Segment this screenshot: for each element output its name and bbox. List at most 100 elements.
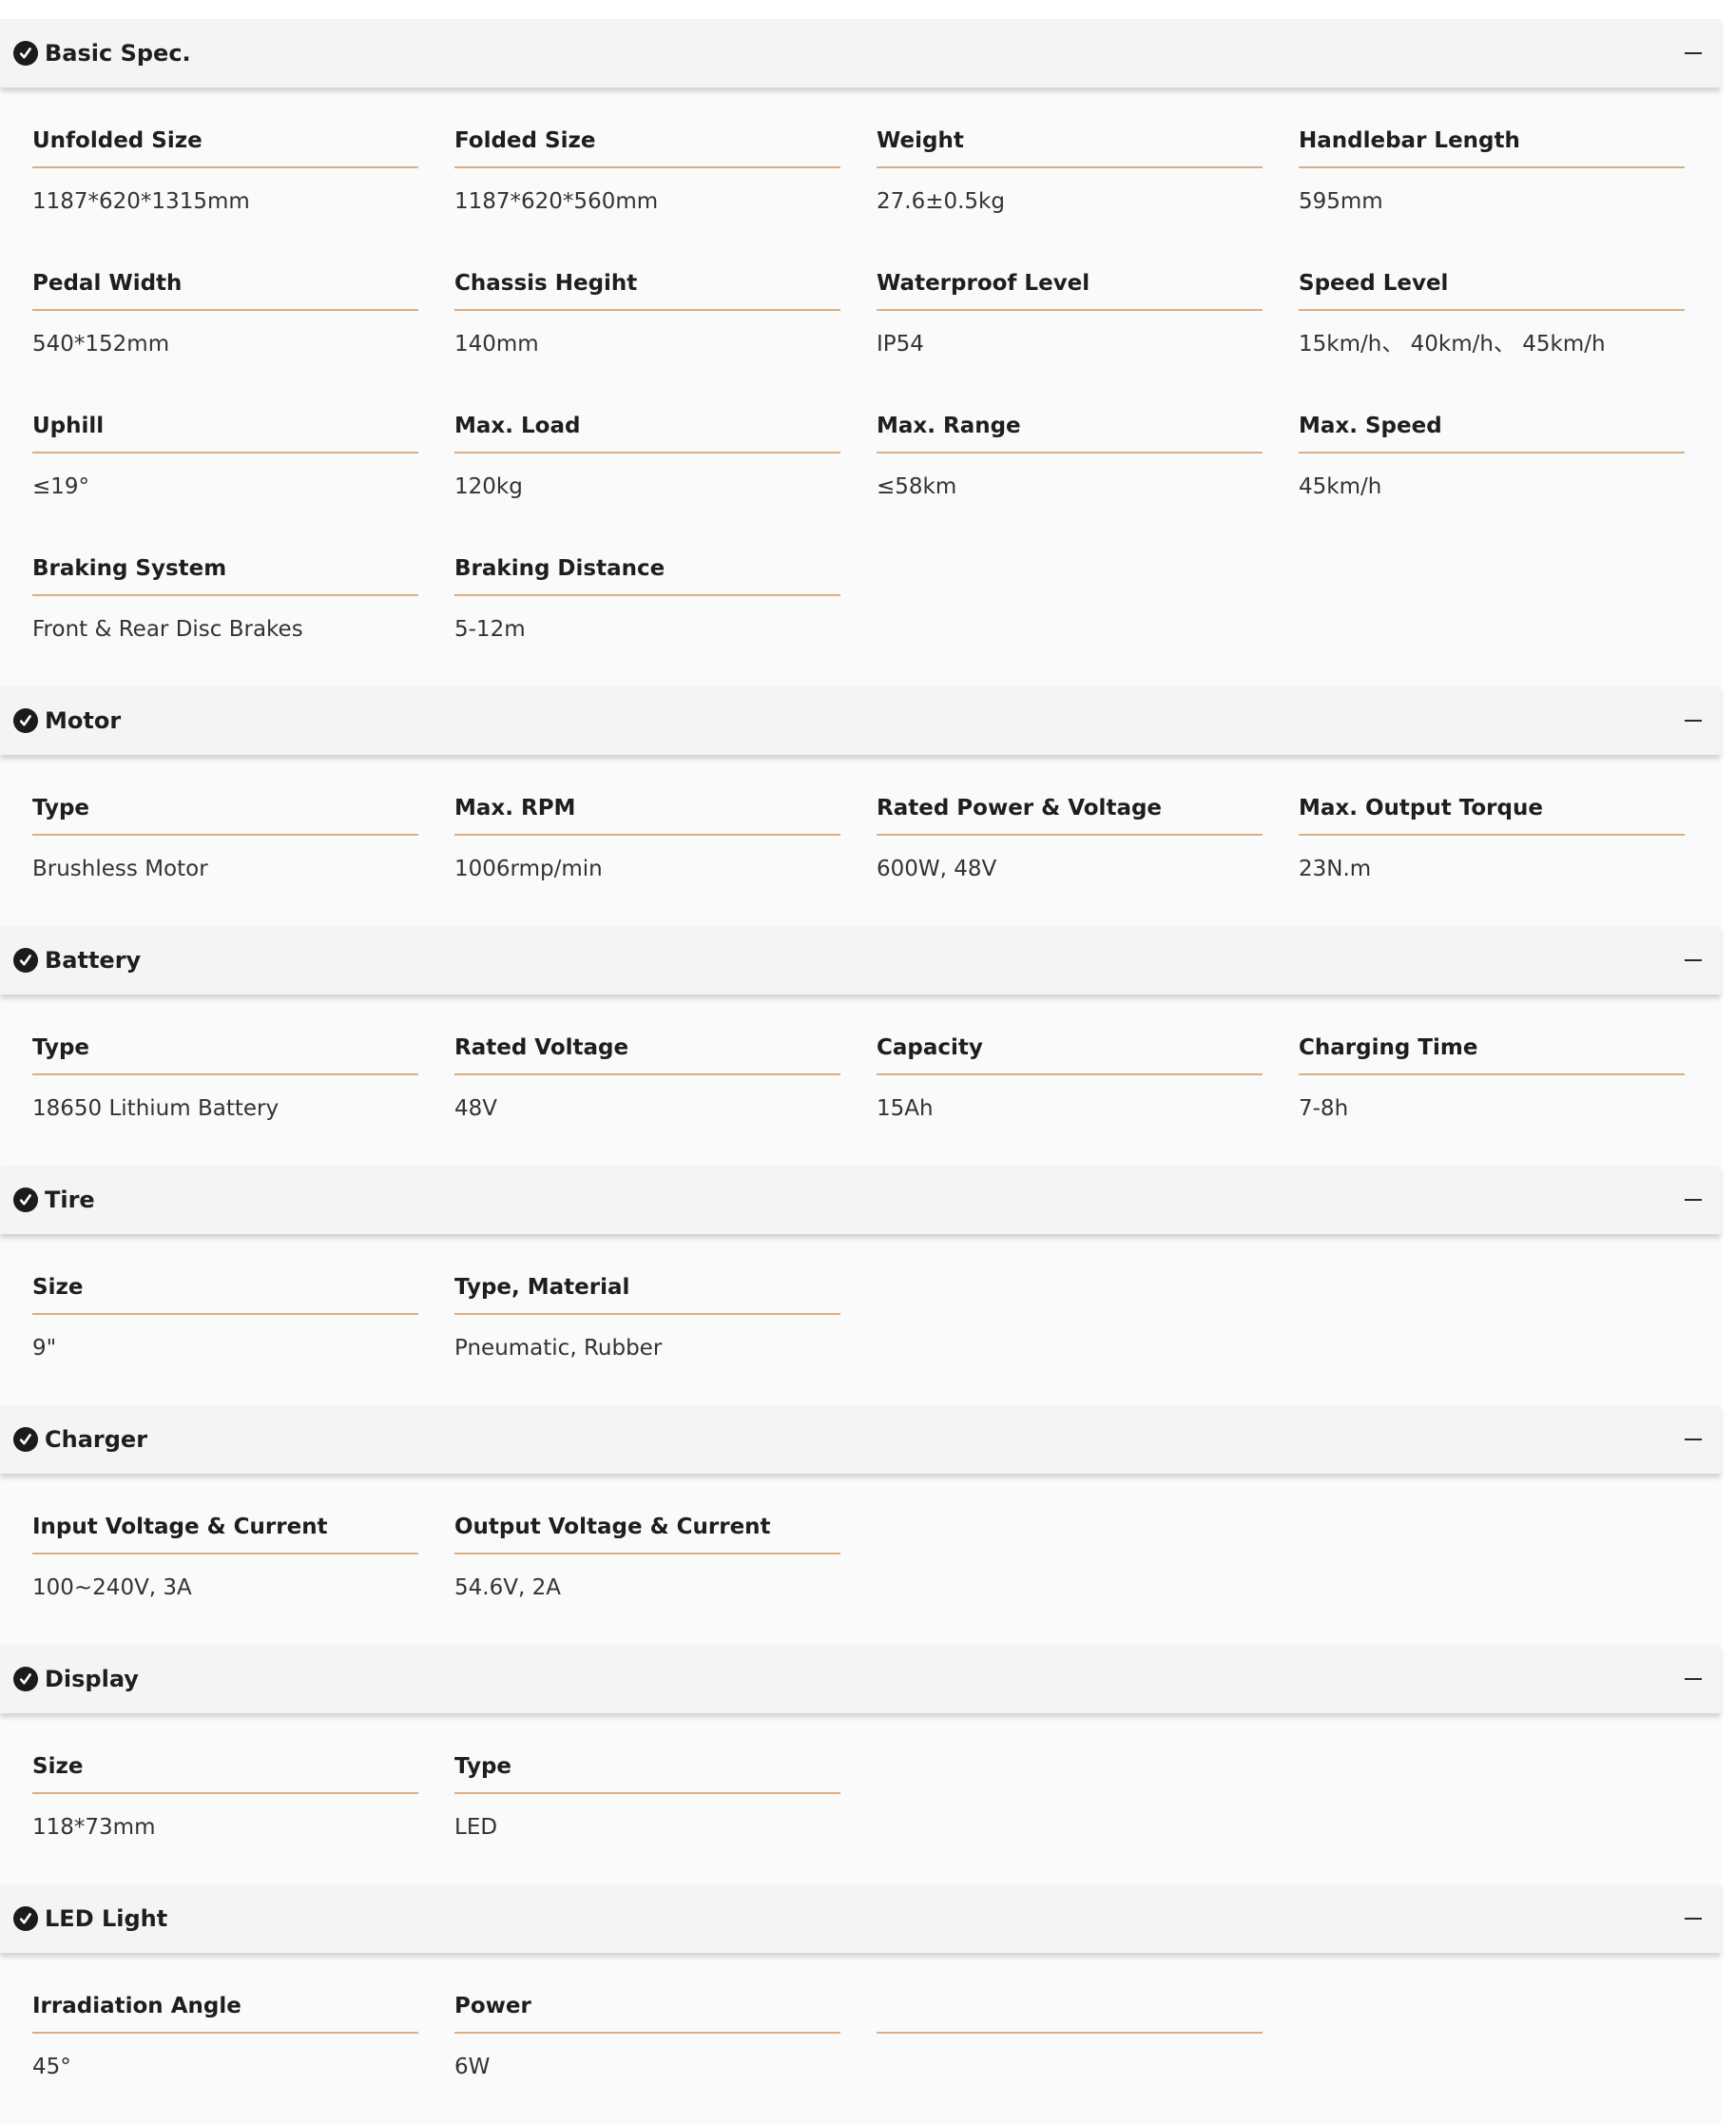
minus-icon[interactable] [1685, 52, 1702, 54]
minus-icon[interactable] [1685, 1199, 1702, 1201]
spec-item: Type Brushless Motor [32, 794, 418, 926]
spec-label: Type [32, 1033, 418, 1075]
spec-item: Handlebar Length 595mm [1299, 126, 1685, 269]
spec-value: 15km/h、 40km/h、 45km/h [1299, 332, 1606, 357]
spec-label: Type, Material [454, 1273, 840, 1315]
spec-row: Irradiation Angle 45° Power 6W [32, 1992, 1721, 2124]
spec-value: 45° [32, 2055, 71, 2079]
spec-label: Type [32, 794, 418, 836]
spec-row: Type 18650 Lithium Battery Rated Voltage 48… [32, 1033, 1721, 1166]
spec-item: Rated Power & Voltage 600W, 48V [877, 794, 1263, 926]
section-body: Type Brushless Motor Max. RPM 1006rmp/min Ra… [0, 755, 1721, 926]
section-header-charger[interactable]: Charger [0, 1405, 1721, 1474]
section-title: Basic Spec. [45, 40, 191, 67]
minus-icon[interactable] [1685, 959, 1702, 961]
spec-label: Folded Size [454, 126, 840, 168]
minus-icon[interactable] [1685, 720, 1702, 722]
spec-value: 1187*620*560mm [454, 189, 659, 214]
check-circle-icon [13, 1427, 38, 1452]
spec-value: 1006rmp/min [454, 857, 603, 881]
spec-label: Max. Range [877, 412, 1263, 454]
spec-value: ≤19° [32, 474, 90, 499]
section-title: Display [45, 1666, 139, 1692]
spec-item [877, 1992, 1263, 2124]
spec-row: Size 9" Type, Material Pneumatic, Rubber [32, 1273, 1721, 1405]
spec-value: 6W [454, 2055, 491, 2079]
spec-item: Capacity 15Ah [877, 1033, 1263, 1166]
spec-label: Type [454, 1752, 840, 1794]
spec-item: Type 18650 Lithium Battery [32, 1033, 418, 1166]
check-circle-icon [13, 41, 38, 66]
section-header-led-light[interactable]: LED Light [0, 1884, 1721, 1953]
spec-item: Type LED [454, 1752, 840, 1884]
spec-item: Uphill ≤19° [32, 412, 418, 554]
spec-row: Type Brushless Motor Max. RPM 1006rmp/min Ra… [32, 794, 1721, 926]
spec-row: Unfolded Size 1187*620*1315mm Folded Size 1… [32, 126, 1721, 269]
spec-value: Pneumatic, Rubber [454, 1336, 663, 1361]
spec-value: 48V [454, 1096, 498, 1121]
spec-item: Pedal Width 540*152mm [32, 269, 418, 412]
section-body: Unfolded Size 1187*620*1315mm Folded Size 1… [0, 87, 1721, 686]
spec-row: Input Voltage & Current 100~240V, 3A Outpu… [32, 1513, 1721, 1645]
spec-item: Braking System Front & Rear Disc Brakes [32, 554, 418, 686]
spec-item: Max. Load 120kg [454, 412, 840, 554]
spec-label: Pedal Width [32, 269, 418, 311]
spec-value: 1187*620*1315mm [32, 189, 250, 214]
check-circle-icon [13, 1188, 38, 1212]
minus-icon[interactable] [1685, 1678, 1702, 1680]
spec-value: 118*73mm [32, 1815, 156, 1840]
spec-value: 120kg [454, 474, 523, 499]
spec-item: Power 6W [454, 1992, 840, 2124]
spec-label: Chassis Hegiht [454, 269, 840, 311]
spec-label: Size [32, 1752, 418, 1794]
check-circle-icon [13, 708, 38, 733]
section-header-tire[interactable]: Tire [0, 1166, 1721, 1234]
section-header-basic-spec[interactable]: Basic Spec. [0, 19, 1721, 87]
section-title: Battery [45, 947, 142, 974]
spec-label: Rated Voltage [454, 1033, 840, 1075]
spec-value: LED [454, 1815, 498, 1840]
spec-value: 7-8h [1299, 1096, 1349, 1121]
section-title: Charger [45, 1426, 148, 1453]
spec-accordion: Basic Spec. Unfolded Size 1187*620*1315mm F… [0, 19, 1721, 2124]
spec-label: Power [454, 1992, 840, 2034]
spec-label: Charging Time [1299, 1033, 1685, 1075]
spec-item: Weight 27.6±0.5kg [877, 126, 1263, 269]
check-circle-icon [13, 1667, 38, 1691]
spec-item: Max. Output Torque 23N.m [1299, 794, 1685, 926]
spec-item: Unfolded Size 1187*620*1315mm [32, 126, 418, 269]
spec-row: Braking System Front & Rear Disc Brakes Br… [32, 554, 1721, 686]
spec-label: Uphill [32, 412, 418, 454]
spec-value: 100~240V, 3A [32, 1575, 192, 1600]
spec-item: Max. Range ≤58km [877, 412, 1263, 554]
spec-value: Brushless Motor [32, 857, 208, 881]
spec-label: Braking System [32, 554, 418, 596]
spec-label: Braking Distance [454, 554, 840, 596]
spec-value: IP54 [877, 332, 924, 357]
spec-label: Max. Speed [1299, 412, 1685, 454]
spec-label: Waterproof Level [877, 269, 1263, 311]
section-title: LED Light [45, 1905, 168, 1932]
spec-row: Pedal Width 540*152mm Chassis Hegiht 140mm W… [32, 269, 1721, 412]
spec-item: Output Voltage & Current 54.6V, 2A [454, 1513, 840, 1645]
spec-label: Irradiation Angle [32, 1992, 418, 2034]
minus-icon[interactable] [1685, 1918, 1702, 1920]
spec-value: 9" [32, 1336, 57, 1361]
spec-value: 18650 Lithium Battery [32, 1096, 280, 1121]
section-header-motor[interactable]: Motor [0, 686, 1721, 755]
spec-label: Output Voltage & Current [454, 1513, 840, 1554]
spec-item: Max. Speed 45km/h [1299, 412, 1685, 554]
spec-label: Max. RPM [454, 794, 840, 836]
spec-label: Input Voltage & Current [32, 1513, 418, 1554]
section-header-battery[interactable]: Battery [0, 926, 1721, 994]
minus-icon[interactable] [1685, 1439, 1702, 1440]
spec-item: Type, Material Pneumatic, Rubber [454, 1273, 840, 1405]
spec-value: 140mm [454, 332, 539, 357]
spec-item: Waterproof Level IP54 [877, 269, 1263, 412]
section-header-display[interactable]: Display [0, 1645, 1721, 1713]
spec-value: Front & Rear Disc Brakes [32, 617, 303, 642]
spec-label: Max. Output Torque [1299, 794, 1685, 836]
spec-label: Rated Power & Voltage [877, 794, 1263, 836]
section-body: Size 9" Type, Material Pneumatic, Rubber [0, 1234, 1721, 1405]
spec-item: Speed Level 15km/h、 40km/h、 45km/h [1299, 269, 1685, 412]
